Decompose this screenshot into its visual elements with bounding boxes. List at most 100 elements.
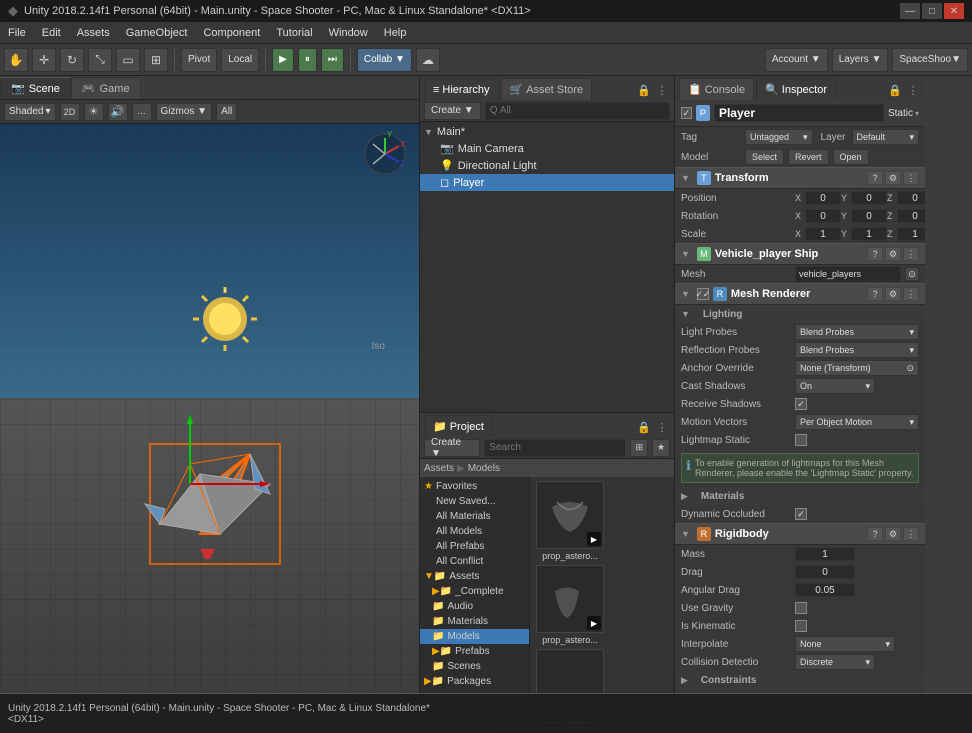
project-star-btn[interactable]: ★ — [652, 439, 670, 457]
gizmos-dropdown[interactable]: Gizmos ▼ — [156, 103, 213, 121]
motion-vectors-dropdown[interactable]: Per Object Motion ▾ — [795, 414, 919, 430]
hand-tool[interactable]: ✋ — [4, 48, 28, 72]
breadcrumb-assets[interactable]: Assets — [424, 463, 454, 474]
transform-menu-btn[interactable]: ⋮ — [903, 171, 919, 185]
project-search[interactable] — [484, 439, 626, 457]
pause-button[interactable]: ⏸ — [298, 48, 317, 72]
gameobject-name-input[interactable] — [714, 104, 884, 122]
asset-item-1[interactable]: ▶ prop_astero... — [534, 565, 606, 645]
menu-gameobject[interactable]: GameObject — [118, 22, 196, 43]
position-x[interactable] — [805, 191, 841, 205]
lightmap-static-checkbox[interactable] — [795, 434, 807, 446]
angular-drag-input[interactable] — [795, 583, 855, 597]
complete-folder[interactable]: ▶📁 _Complete — [420, 584, 529, 599]
maximize-button[interactable]: □ — [922, 3, 942, 19]
menu-help[interactable]: Help — [376, 22, 415, 43]
layers-button[interactable]: Layers ▼ — [832, 48, 889, 72]
rotation-z[interactable] — [897, 209, 925, 223]
packages-folder[interactable]: ▶📁 Packages — [420, 674, 529, 689]
breadcrumb-models[interactable]: Models — [468, 463, 500, 474]
rigidbody-header[interactable]: ▼ R Rigidbody ? ⚙ ⋮ — [675, 523, 925, 545]
open-button[interactable]: Open — [833, 149, 869, 165]
collab-button[interactable]: Collab ▼ — [357, 48, 412, 72]
inspector-menu-btn[interactable]: ⋮ — [905, 82, 921, 98]
project-assets[interactable]: ▶ prop_astero... — [530, 477, 674, 725]
project-tab[interactable]: 📁 Project — [424, 415, 493, 437]
fav-all-materials[interactable]: All Materials — [420, 509, 529, 524]
mesh-filter-settings-btn[interactable]: ⚙ — [885, 247, 901, 261]
minimize-button[interactable]: — — [900, 3, 920, 19]
inspector-lock-btn[interactable]: 🔒 — [887, 82, 903, 98]
revert-button[interactable]: Revert — [788, 149, 829, 165]
hierarchy-lock-btn[interactable]: 🔒 — [636, 82, 652, 98]
audio-folder[interactable]: 📁 Audio — [420, 599, 529, 614]
rotation-x[interactable] — [805, 209, 841, 223]
step-button[interactable]: ⏭ — [321, 48, 344, 72]
cloud-button[interactable]: ☁ — [416, 48, 440, 72]
interpolate-dropdown[interactable]: None ▾ — [795, 636, 895, 652]
mesh-filter-help-btn[interactable]: ? — [867, 247, 883, 261]
pivot-button[interactable]: Pivot — [181, 48, 217, 72]
scene-view[interactable]: X Y Z Iso — [0, 124, 419, 733]
scale-x[interactable] — [805, 227, 841, 241]
menu-assets[interactable]: Assets — [69, 22, 118, 43]
mass-input[interactable] — [795, 547, 855, 561]
collision-detection-dropdown[interactable]: Discrete ▾ — [795, 654, 875, 670]
select-button[interactable]: Select — [745, 149, 784, 165]
mesh-filter-menu-btn[interactable]: ⋮ — [903, 247, 919, 261]
game-tab[interactable]: 🎮 Game — [71, 77, 141, 99]
transform-help-btn[interactable]: ? — [867, 171, 883, 185]
mesh-renderer-header[interactable]: ▼ ✓ R Mesh Renderer ? ⚙ ⋮ — [675, 283, 925, 305]
lighting-button[interactable]: ☀ — [84, 103, 104, 121]
console-tab[interactable]: 📋 Console — [679, 78, 754, 100]
constraints-row[interactable]: ▶ Constraints — [675, 671, 925, 689]
rotate-tool[interactable]: ↻ — [60, 48, 84, 72]
asset-store-tab[interactable]: 🛒 Asset Store — [501, 78, 593, 100]
shading-dropdown[interactable]: Shaded ▾ — [4, 103, 56, 121]
mesh-renderer-settings-btn[interactable]: ⚙ — [885, 287, 901, 301]
inspector-tab[interactable]: 🔍 Inspector — [756, 78, 836, 100]
fav-all-models[interactable]: All Models — [420, 524, 529, 539]
play-button[interactable]: ▶ — [272, 48, 294, 72]
hierarchy-item-main[interactable]: ▼ Main* — [420, 124, 674, 140]
close-button[interactable]: ✕ — [944, 3, 964, 19]
materials-row[interactable]: ▶ Materials — [675, 487, 925, 505]
is-kinematic-checkbox[interactable] — [795, 620, 807, 632]
scale-z[interactable] — [897, 227, 925, 241]
position-y[interactable] — [851, 191, 887, 205]
rotation-y[interactable] — [851, 209, 887, 223]
mesh-renderer-active[interactable]: ✓ — [697, 288, 709, 300]
drag-input[interactable] — [795, 565, 855, 579]
fav-all-conflict[interactable]: All Conflict — [420, 554, 529, 569]
transform-tool[interactable]: ⊞ — [144, 48, 168, 72]
scale-y[interactable] — [851, 227, 887, 241]
project-sidebar[interactable]: ★ Favorites New Saved... All Materials A… — [420, 477, 530, 725]
hierarchy-content[interactable]: ▼ Main* 📷 Main Camera 💡 Directional Ligh… — [420, 122, 674, 412]
search-field[interactable]: All — [216, 103, 237, 121]
hierarchy-create-btn[interactable]: Create ▼ — [424, 102, 481, 120]
reflection-probes-dropdown[interactable]: Blend Probes ▾ — [795, 342, 919, 358]
mesh-filter-header[interactable]: ▼ M Vehicle_player Ship ? ⚙ ⋮ — [675, 243, 925, 265]
layer-dropdown[interactable]: Default ▾ — [852, 129, 920, 145]
scale-tool[interactable]: ⤡ — [88, 48, 112, 72]
layout-button[interactable]: SpaceShoo▼ — [892, 48, 968, 72]
menu-component[interactable]: Component — [195, 22, 268, 43]
account-button[interactable]: Account ▼ — [765, 48, 828, 72]
cast-shadows-dropdown[interactable]: On ▾ — [795, 378, 875, 394]
transform-header[interactable]: ▼ T Transform ? ⚙ ⋮ — [675, 167, 925, 189]
scenes-folder[interactable]: 📁 Scenes — [420, 659, 529, 674]
move-tool[interactable]: ✛ — [32, 48, 56, 72]
hierarchy-item-camera[interactable]: 📷 Main Camera — [420, 140, 674, 157]
hierarchy-item-player[interactable]: ◻ Player — [420, 174, 674, 191]
mesh-select-btn[interactable]: ⊙ — [905, 267, 919, 281]
light-probes-dropdown[interactable]: Blend Probes ▾ — [795, 324, 919, 340]
hierarchy-menu-btn[interactable]: ⋮ — [654, 82, 670, 98]
position-z[interactable] — [897, 191, 925, 205]
favorites-folder[interactable]: ★ Favorites — [420, 479, 529, 494]
local-button[interactable]: Local — [221, 48, 259, 72]
rigidbody-menu-btn[interactable]: ⋮ — [903, 527, 919, 541]
asset-play-0[interactable]: ▶ — [587, 532, 601, 546]
tag-dropdown[interactable]: Untagged ▾ — [745, 129, 813, 145]
inspector-content[interactable]: P Static ▾ Tag Untagged ▾ Layer Default … — [675, 100, 925, 733]
fav-new-saved[interactable]: New Saved... — [420, 494, 529, 509]
